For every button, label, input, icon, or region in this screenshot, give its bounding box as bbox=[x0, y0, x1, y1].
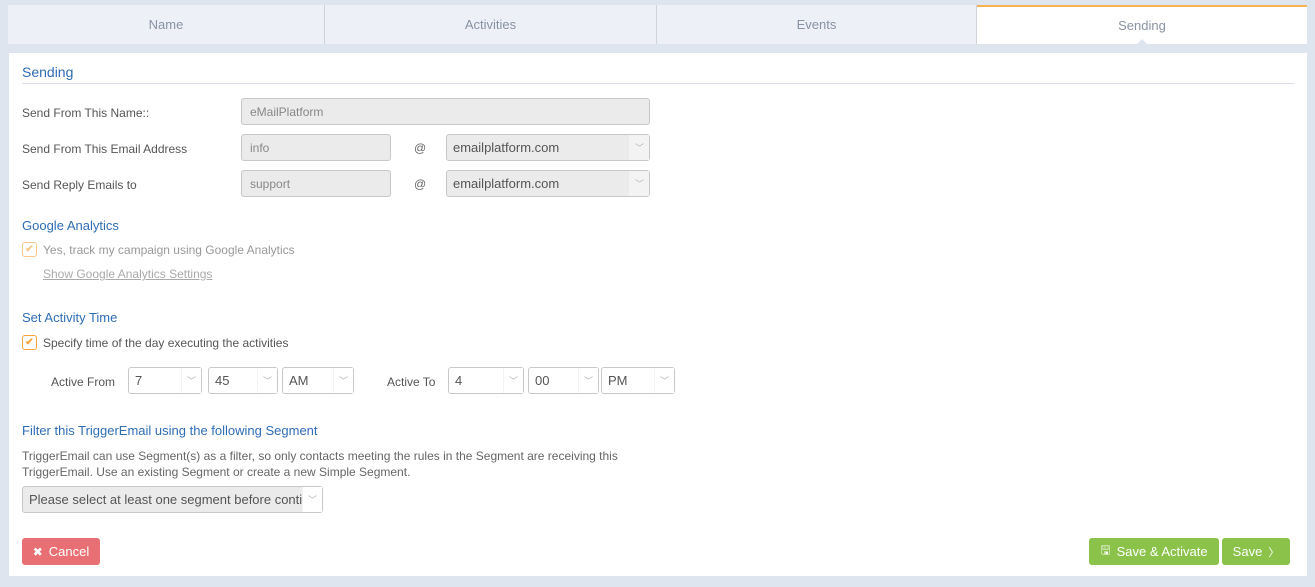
from-hour-select[interactable]: 7 ﹀ bbox=[128, 367, 202, 394]
select-value: PM bbox=[608, 373, 628, 388]
specify-time-label: Specify time of the day executing the ac… bbox=[43, 336, 289, 350]
select-value: emailplatform.com bbox=[453, 140, 560, 155]
select-value: emailplatform.com bbox=[453, 176, 560, 191]
chevron-down-icon: ﹀ bbox=[181, 368, 201, 393]
save-disk-icon: 🖫 bbox=[1100, 543, 1111, 557]
tab-name[interactable]: Name bbox=[8, 5, 325, 44]
activity-time-title: Set Activity Time bbox=[22, 310, 118, 325]
sending-panel: Sending Send From This Name:: eMailPlatf… bbox=[9, 53, 1307, 576]
from-email-local-input[interactable]: info bbox=[241, 134, 391, 161]
chevron-down-icon: ﹀ bbox=[333, 368, 353, 393]
specify-time-checkbox[interactable]: ✔ bbox=[22, 335, 37, 350]
select-value: 00 bbox=[535, 373, 550, 388]
cancel-button[interactable]: ✖ Cancel bbox=[22, 538, 100, 565]
show-ga-settings-link[interactable]: Show Google Analytics Settings bbox=[43, 267, 212, 281]
segment-title: Filter this TriggerEmail using the follo… bbox=[22, 423, 318, 438]
tab-label: Activities bbox=[464, 17, 517, 32]
from-email-label: Send From This Email Address bbox=[22, 142, 188, 156]
chevron-down-icon: ﹀ bbox=[654, 368, 674, 393]
close-icon: ✖ bbox=[32, 544, 43, 559]
check-icon: ✔ bbox=[25, 244, 34, 255]
active-from-label: Active From bbox=[51, 375, 116, 389]
select-value: AM bbox=[289, 373, 309, 388]
chevron-down-icon: ﹀ bbox=[257, 368, 277, 393]
to-minute-select[interactable]: 00 ﹀ bbox=[528, 367, 599, 394]
from-minute-select[interactable]: 45 ﹀ bbox=[208, 367, 278, 394]
from-ampm-select[interactable]: AM ﹀ bbox=[282, 367, 354, 394]
check-icon: ✔ bbox=[25, 337, 34, 348]
reply-label: Send Reply Emails to bbox=[22, 178, 137, 192]
chevron-down-icon: ﹀ bbox=[302, 487, 322, 512]
title-divider bbox=[22, 83, 1294, 84]
active-tab-caret bbox=[1136, 39, 1148, 45]
chevron-down-icon: ﹀ bbox=[578, 368, 598, 393]
save-activate-button[interactable]: 🖫 Save & Activate bbox=[1089, 538, 1219, 565]
reply-local-input[interactable]: support bbox=[241, 170, 391, 197]
chevron-down-icon: ﹀ bbox=[503, 368, 523, 393]
chevron-down-icon: ﹀ bbox=[629, 171, 649, 196]
chevron-down-icon: ﹀ bbox=[629, 135, 649, 160]
tab-label: Events bbox=[796, 17, 837, 32]
at-symbol: @ bbox=[414, 141, 427, 155]
active-to-label: Active To bbox=[387, 375, 436, 389]
at-symbol: @ bbox=[414, 177, 427, 191]
select-value: 45 bbox=[215, 373, 230, 388]
tab-activities[interactable]: Activities bbox=[325, 5, 657, 44]
track-ga-checkbox[interactable]: ✔ bbox=[22, 242, 37, 257]
tab-label: Name bbox=[148, 17, 184, 32]
tab-sending[interactable]: Sending bbox=[977, 5, 1307, 45]
from-name-input[interactable]: eMailPlatform bbox=[241, 98, 650, 125]
tab-label: Sending bbox=[1118, 18, 1166, 33]
from-name-label: Send From This Name:: bbox=[22, 106, 150, 120]
from-email-domain-select[interactable]: emailplatform.com ﹀ bbox=[446, 134, 650, 161]
segment-description: TriggerEmail can use Segment(s) as a fil… bbox=[22, 449, 618, 479]
page-title: Sending bbox=[22, 64, 74, 80]
chevron-right-icon: 〉 bbox=[1268, 546, 1280, 559]
button-label: Save bbox=[1232, 544, 1263, 559]
select-value: 4 bbox=[455, 373, 463, 388]
tab-events[interactable]: Events bbox=[657, 5, 977, 44]
to-hour-select[interactable]: 4 ﹀ bbox=[448, 367, 524, 394]
select-value: Please select at least one segment befor… bbox=[29, 492, 303, 507]
select-value: 7 bbox=[135, 373, 143, 388]
save-button[interactable]: Save 〉 bbox=[1222, 538, 1290, 565]
google-analytics-title: Google Analytics bbox=[22, 218, 119, 233]
button-label: Cancel bbox=[48, 544, 90, 559]
button-label: Save & Activate bbox=[1116, 544, 1208, 559]
track-ga-label: Yes, track my campaign using Google Anal… bbox=[43, 243, 295, 257]
tab-bar: Name Activities Events Sending bbox=[8, 5, 1307, 45]
segment-select[interactable]: Please select at least one segment befor… bbox=[22, 486, 323, 513]
reply-domain-select[interactable]: emailplatform.com ﹀ bbox=[446, 170, 650, 197]
to-ampm-select[interactable]: PM ﹀ bbox=[601, 367, 675, 394]
